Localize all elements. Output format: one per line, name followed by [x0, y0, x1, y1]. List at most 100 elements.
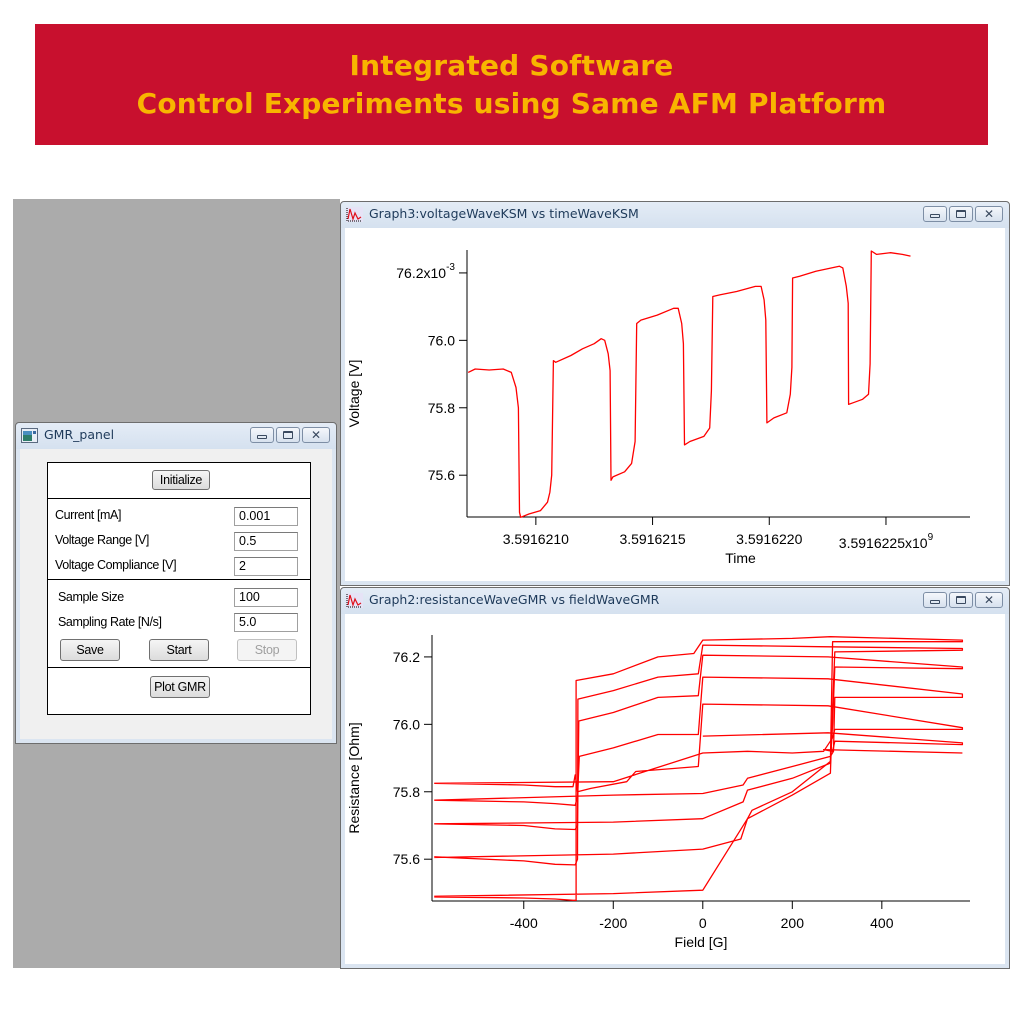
initialize-section: Initialize [48, 463, 310, 499]
x-tick-label: -400 [510, 915, 538, 931]
y-axis-title: Voltage [V] [346, 360, 362, 428]
x-tick-label: 0 [699, 915, 707, 931]
maximize-icon [283, 431, 293, 439]
settings-section: Current [mA] 0.001 Voltage Range [V] 0.5… [48, 499, 310, 580]
y-tick-label: 75.8 [393, 784, 420, 800]
y-tick-label: 76.2 [393, 649, 420, 665]
panel-window-icon [21, 428, 38, 443]
initialize-button[interactable]: Initialize [152, 470, 210, 490]
voltage-range-label: Voltage Range [V] [55, 533, 149, 547]
y-tick-label: 75.6 [393, 851, 420, 867]
stop-button[interactable]: Stop [237, 639, 297, 661]
close-button[interactable]: ✕ [302, 427, 330, 443]
current-input[interactable]: 0.001 [234, 507, 298, 526]
x-axis-title: Field [G] [675, 934, 728, 950]
maximize-button[interactable] [276, 427, 300, 443]
y-tick-label: 76.0 [428, 332, 455, 348]
series-line-loop-5 [434, 703, 964, 793]
x-tick-label-text: 0 [699, 915, 707, 931]
graph2-titlebar[interactable]: Graph2:resistanceWaveGMR vs fieldWaveGMR… [341, 588, 1009, 614]
y-tick-label: 75.8 [428, 400, 455, 416]
minimize-button[interactable] [923, 206, 947, 222]
x-tick-label: 200 [781, 915, 805, 931]
sampling-rate-label: Sampling Rate [N/s] [58, 615, 162, 629]
x-tick-label-text: -400 [510, 915, 538, 931]
y-tick-label-text: 76.0 [428, 332, 455, 348]
current-label: Current [mA] [55, 508, 122, 522]
x-tick-exponent: 9 [928, 532, 934, 543]
maximize-button[interactable] [949, 206, 973, 222]
y-tick-label-text: 76.2 [393, 649, 420, 665]
graph-icon [346, 207, 363, 222]
graph3-titlebar[interactable]: Graph3:voltageWaveKSM vs timeWaveKSM ✕ [341, 202, 1009, 228]
voltage-compliance-input[interactable]: 2 [234, 557, 298, 576]
x-tick-label-text: 3.5916215 [619, 531, 685, 547]
maximize-icon [956, 596, 966, 604]
minimize-icon [257, 435, 267, 439]
close-icon: ✕ [983, 207, 995, 221]
graph3-plot-area: 75.6 75.8 76.0 76.2x10-3 3.5916210 3.5916215 3… [345, 228, 1005, 581]
title-banner: Integrated Software Control Experiments … [35, 24, 988, 145]
x-tick-label: -200 [599, 915, 627, 931]
maximize-button[interactable] [949, 592, 973, 608]
graph2-window: Graph2:resistanceWaveGMR vs fieldWaveGMR… [340, 587, 1010, 969]
y-tick-label: 75.6 [428, 467, 455, 483]
start-button[interactable]: Start [149, 639, 209, 661]
graph3-window: Graph3:voltageWaveKSM vs timeWaveKSM ✕ 7… [340, 201, 1010, 586]
x-tick-label-text: 200 [781, 915, 805, 931]
graph2-title: Graph2:resistanceWaveGMR vs fieldWaveGMR [369, 592, 660, 607]
x-tick-label: 400 [870, 915, 894, 931]
series-line-voltageWaveKSM [467, 250, 911, 518]
plot-gmr-button[interactable]: Plot GMR [150, 676, 210, 698]
x-tick-label-text: -200 [599, 915, 627, 931]
maximize-icon [956, 210, 966, 218]
close-button[interactable]: ✕ [975, 592, 1003, 608]
x-tick-label-text: 3.5916225x10 [839, 535, 928, 551]
minimize-icon [930, 214, 940, 218]
graph2-chart: 75.6 75.8 76.0 76.2 -400 -200 0 200 400 Field [G]… [346, 635, 970, 950]
save-button[interactable]: Save [60, 639, 120, 661]
plot-section: Plot GMR [48, 668, 310, 714]
minimize-icon [930, 600, 940, 604]
graph3-chart: 75.6 75.8 76.0 76.2x10-3 3.5916210 3.5916215 3… [346, 250, 970, 566]
x-tick-label: 3.5916210 [503, 531, 569, 547]
close-button[interactable]: ✕ [975, 206, 1003, 222]
close-icon: ✕ [310, 428, 322, 442]
x-tick-label-text: 3.5916220 [736, 531, 802, 547]
gmr-panel-title: GMR_panel [44, 427, 115, 442]
banner-title-line-2: Control Experiments using Same AFM Platf… [136, 86, 887, 120]
y-tick-label-text: 76.2x10 [396, 265, 446, 281]
gmr-panel-titlebar[interactable]: GMR_panel ✕ [16, 423, 336, 449]
sampling-section: Sample Size 100 Sampling Rate [N/s] 5.0 … [48, 580, 310, 668]
voltage-range-input[interactable]: 0.5 [234, 532, 298, 551]
sample-size-label: Sample Size [58, 590, 124, 604]
y-tick-label: 76.0 [393, 716, 420, 732]
x-tick-label-text: 400 [870, 915, 894, 931]
y-tick-exponent: -3 [446, 262, 455, 273]
sample-size-input[interactable]: 100 [234, 588, 298, 607]
banner-title-line-1: Integrated Software [349, 48, 674, 82]
sampling-rate-input[interactable]: 5.0 [234, 613, 298, 632]
y-axis-title: Resistance [Ohm] [346, 722, 362, 833]
close-icon: ✕ [983, 593, 995, 607]
minimize-button[interactable] [250, 427, 274, 443]
graph2-plot-area: 75.6 75.8 76.0 76.2 -400 -200 0 200 400 Field [G]… [345, 614, 1005, 964]
y-tick-label-text: 75.8 [393, 784, 420, 800]
gmr-panel-window: GMR_panel ✕ Initialize Current [mA] 0.00… [15, 422, 337, 744]
x-tick-label-text: 3.5916210 [503, 531, 569, 547]
y-tick-label: 76.2x10-3 [396, 262, 455, 281]
gmr-panel-body: Initialize Current [mA] 0.001 Voltage Ra… [20, 449, 332, 739]
x-axis-title: Time [725, 550, 756, 566]
y-tick-label-text: 75.6 [428, 467, 455, 483]
y-tick-label-text: 75.6 [393, 851, 420, 867]
gmr-controls-group: Initialize Current [mA] 0.001 Voltage Ra… [47, 462, 311, 715]
x-tick-label: 3.5916225x109 [839, 532, 934, 551]
graph-icon [346, 593, 363, 608]
voltage-compliance-label: Voltage Compliance [V] [55, 558, 177, 572]
y-tick-label-text: 76.0 [393, 716, 420, 732]
minimize-button[interactable] [923, 592, 947, 608]
y-tick-label-text: 75.8 [428, 400, 455, 416]
x-tick-label: 3.5916215 [619, 531, 685, 547]
x-tick-label: 3.5916220 [736, 531, 802, 547]
graph3-title: Graph3:voltageWaveKSM vs timeWaveKSM [369, 206, 639, 221]
